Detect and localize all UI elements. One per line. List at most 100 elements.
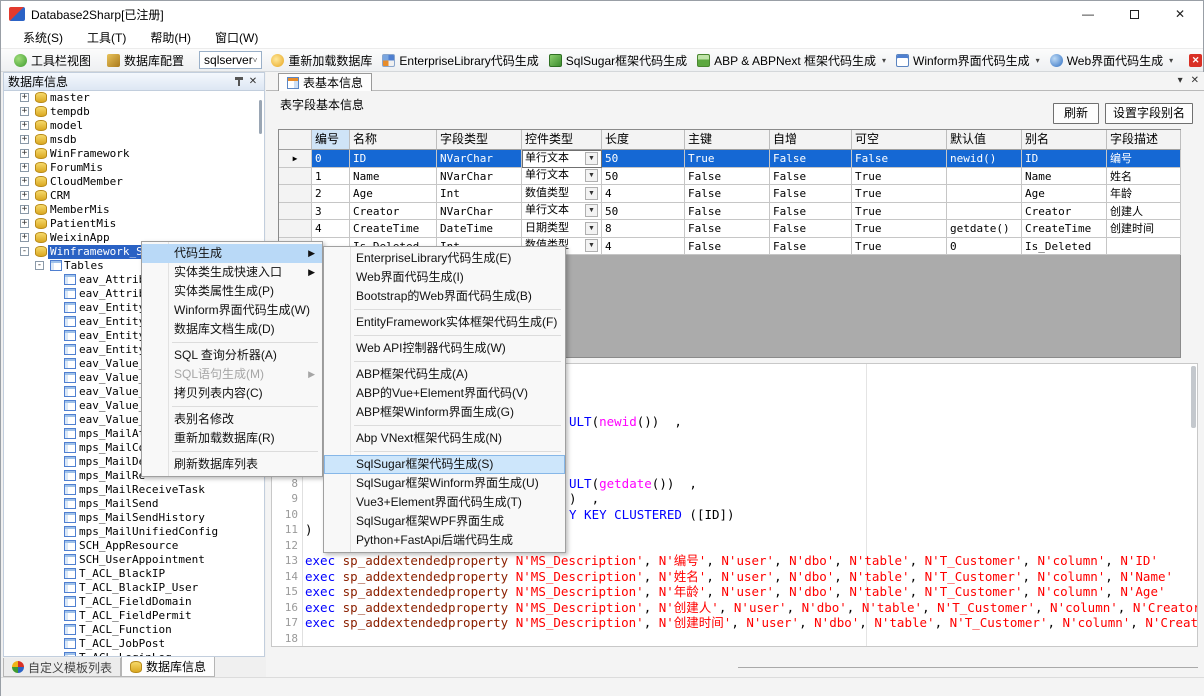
menubar-item-3[interactable]: 窗口(W) [203,27,270,49]
menu-item-4[interactable]: Web API控制器代码生成(W) [324,339,565,358]
grid-column-header[interactable]: 名称 [350,130,437,150]
table-row[interactable]: ▶0IDNVarChar单行文本▼50TrueFalseFalsenewid()… [279,150,1180,168]
tree-item-patientmis[interactable]: +PatientMis [4,217,264,231]
tree-item-t_acl_fielddomain[interactable]: T_ACL_FieldDomain [4,595,264,609]
menu-item-1[interactable]: 实体类生成快速入口▶ [142,263,322,282]
web-codegen-button[interactable]: Web界面代码生成▾ [1045,50,1178,71]
grid-column-header[interactable]: 字段类型 [437,130,522,150]
winform-codegen-button[interactable]: Winform界面代码生成▾ [891,50,1045,71]
chevron-down-icon[interactable]: ▼ [585,204,598,217]
menu-item-6[interactable]: ABP的Vue+Element界面代码(V) [324,384,565,403]
tree-item-t_acl_jobpost[interactable]: T_ACL_JobPost [4,637,264,651]
table-row[interactable]: 4CreateTimeDateTime日期类型▼8FalseFalseTrueg… [279,220,1180,238]
menu-item-3[interactable]: EntityFramework实体框架代码生成(F) [324,313,565,332]
collapse-minus-icon[interactable]: - [20,247,29,256]
menu-item-11[interactable]: Vue3+Element界面代码生成(T) [324,493,565,512]
menubar-item-1[interactable]: 工具(T) [75,27,138,49]
close-button[interactable]: ✕ [1157,1,1203,27]
menu-item-5[interactable]: ABP框架代码生成(A) [324,365,565,384]
menu-item-2[interactable]: Bootstrap的Web界面代码生成(B) [324,287,565,306]
bottom-tab-1[interactable]: 数据库信息 [121,657,215,677]
database-type-select[interactable]: sqlserver˅ [199,51,262,69]
grid-column-header[interactable]: 默认值 [947,130,1022,150]
expand-plus-icon[interactable]: + [20,107,29,116]
expand-plus-icon[interactable]: + [20,135,29,144]
menu-item-9[interactable]: 重新加载数据库(R) [142,429,322,448]
expand-plus-icon[interactable]: + [20,177,29,186]
tree-item-t_acl_blackip[interactable]: T_ACL_BlackIP [4,567,264,581]
tree-item-model[interactable]: +model [4,119,264,133]
tree-item-winframework[interactable]: +WinFramework [4,147,264,161]
menu-item-4[interactable]: 数据库文档生成(D) [142,320,322,339]
tab-list-dropdown-icon[interactable]: ▾ [1178,75,1183,86]
tree-item-mps_mailsend[interactable]: mps_MailSend [4,497,264,511]
menubar-item-0[interactable]: 系统(S) [11,27,75,49]
tree-item-sch_userappointment[interactable]: SCH_UserAppointment [4,553,264,567]
pin-icon[interactable] [232,75,246,89]
bottom-tab-0[interactable]: 自定义模板列表 [3,658,121,677]
refresh-button[interactable]: 刷新 [1053,103,1099,124]
tree-item-msdb[interactable]: +msdb [4,133,264,147]
tree-item-tempdb[interactable]: +tempdb [4,105,264,119]
expand-plus-icon[interactable]: + [20,219,29,228]
tree-item-sch_appresource[interactable]: SCH_AppResource [4,539,264,553]
menu-item-8[interactable]: 表别名修改 [142,410,322,429]
minimize-button[interactable]: — [1065,1,1111,27]
expand-plus-icon[interactable]: + [20,191,29,200]
chevron-down-icon[interactable]: ▼ [585,187,598,200]
menu-item-1[interactable]: Web界面代码生成(I) [324,268,565,287]
menu-item-10[interactable]: SqlSugar框架Winform界面生成(U) [324,474,565,493]
tree-scrollbar[interactable] [259,100,262,134]
menu-item-13[interactable]: Python+FastApi后端代码生成 [324,531,565,550]
grid-corner-cell[interactable] [279,130,312,150]
menubar-item-2[interactable]: 帮助(H) [138,27,203,49]
grid-column-header[interactable]: 控件类型 [522,130,602,150]
abp-codegen-button[interactable]: ABP & ABPNext 框架代码生成▾ [692,50,891,71]
exit-button[interactable]: ✕退出 [1184,50,1204,71]
expand-plus-icon[interactable]: + [20,121,29,130]
tree-item-t_acl_fieldpermit[interactable]: T_ACL_FieldPermit [4,609,264,623]
tree-item-t_acl_blackip_user[interactable]: T_ACL_BlackIP_User [4,581,264,595]
menu-item-7[interactable]: 拷贝列表内容(C) [142,384,322,403]
menu-item-8[interactable]: Abp VNext框架代码生成(N) [324,429,565,448]
menu-item-5[interactable]: SQL 查询分析器(A) [142,346,322,365]
menu-item-12[interactable]: SqlSugar框架WPF界面生成 [324,512,565,531]
horizontal-splitter[interactable] [738,667,1198,668]
tab-close-icon[interactable]: ✕ [1191,75,1199,86]
tree-item-mps_mailsendhistory[interactable]: mps_MailSendHistory [4,511,264,525]
tab-table-basic-info[interactable]: 表基本信息 [278,73,372,91]
collapse-minus-icon[interactable]: - [35,261,44,270]
grid-column-header[interactable]: 编号 [312,130,350,150]
menu-item-2[interactable]: 实体类属性生成(P) [142,282,322,301]
tree-item-master[interactable]: +master [4,91,264,105]
grid-column-header[interactable]: 字段描述 [1107,130,1181,150]
menu-item-0[interactable]: EnterpriseLibrary代码生成(E) [324,249,565,268]
chevron-down-icon[interactable]: ▼ [585,152,598,165]
maximize-button[interactable] [1111,1,1157,27]
tree-item-mps_mailreceivetask[interactable]: mps_MailReceiveTask [4,483,264,497]
expand-plus-icon[interactable]: + [20,149,29,158]
grid-column-header[interactable]: 别名 [1022,130,1107,150]
tree-item-cloudmember[interactable]: +CloudMember [4,175,264,189]
chevron-down-icon[interactable]: ▼ [585,222,598,235]
grid-column-header[interactable]: 可空 [852,130,947,150]
chevron-down-icon[interactable]: ▼ [585,169,598,182]
grid-column-header[interactable]: 主键 [685,130,770,150]
tree-item-mps_mailunifiedconfig[interactable]: mps_MailUnifiedConfig [4,525,264,539]
close-panel-icon[interactable]: ✕ [246,75,260,89]
table-row[interactable]: 1NameNVarChar单行文本▼50FalseFalseTrueName姓名 [279,168,1180,186]
set-field-alias-button[interactable]: 设置字段别名 [1105,103,1193,124]
table-row[interactable]: 3CreatorNVarChar单行文本▼50FalseFalseTrueCre… [279,203,1180,221]
expand-plus-icon[interactable]: + [20,205,29,214]
expand-plus-icon[interactable]: + [20,93,29,102]
table-row[interactable]: 2AgeInt数值类型▼4FalseFalseTrueAge年龄 [279,185,1180,203]
editor-scrollbar-thumb[interactable] [1191,366,1196,428]
tree-item-crm[interactable]: +CRM [4,189,264,203]
tree-item-membermis[interactable]: +MemberMis [4,203,264,217]
entlib-codegen-button[interactable]: EnterpriseLibrary代码生成 [377,50,543,71]
toolbar-view-button[interactable]: 工具栏视图 [9,50,96,71]
menu-item-3[interactable]: Winform界面代码生成(W) [142,301,322,320]
menu-item-9[interactable]: SqlSugar框架代码生成(S) [324,455,565,474]
db-config-button[interactable]: 数据库配置 [102,50,189,71]
sqlsugar-codegen-button[interactable]: SqlSugar框架代码生成 [544,50,692,71]
